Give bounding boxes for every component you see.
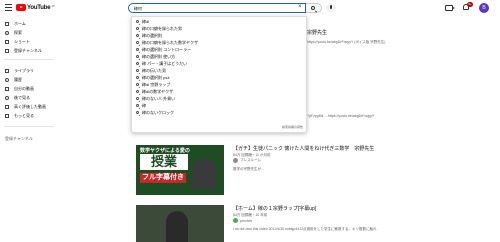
- report-suggestions-link[interactable]: 検索候補の報告: [282, 125, 303, 129]
- video-thumbnail[interactable]: [136, 205, 224, 242]
- my-videos-icon: [5, 86, 9, 91]
- compass-icon: [5, 30, 9, 35]
- video-title-tail[interactable]: 宗野先生: [307, 30, 327, 36]
- channel-avatar: [233, 218, 238, 223]
- search-icon: [136, 62, 139, 65]
- suggestion-item[interactable]: 稼dlの数学ヤクザ: [132, 88, 308, 95]
- thumbnail-caption-top: 数学ヤクザによる愛の: [140, 148, 190, 154]
- search-icon: [136, 83, 139, 86]
- suggestion-item[interactable]: 稼の選択則: [132, 32, 308, 39]
- suggestion-item[interactable]: 稼の口癖を録られた男: [132, 25, 308, 32]
- search-input-value: 稼何: [134, 5, 142, 11]
- avatar[interactable]: B: [479, 3, 489, 13]
- sidebar-item-history[interactable]: 履歴: [0, 75, 58, 84]
- thumbnail-caption-main: 授業: [140, 154, 188, 170]
- search-icon: [136, 76, 139, 79]
- like-icon: [5, 104, 9, 109]
- search-icon: [136, 55, 139, 58]
- sidebar-divider: [4, 126, 54, 127]
- person-silhouette: [192, 159, 216, 189]
- sidebar-divider: [4, 59, 54, 60]
- subscriptions-icon: [5, 48, 9, 53]
- suggestion-item[interactable]: 稼 パー・講子はどうだい: [132, 60, 308, 67]
- search-icon: [311, 6, 315, 10]
- sidebar-item-watch-later[interactable]: 後で見る: [0, 93, 58, 102]
- sidebar-item-show-more[interactable]: もっと見る: [0, 111, 58, 120]
- search-icon: [136, 90, 139, 93]
- channel-name: プレスルーム: [240, 158, 261, 162]
- channel-avatar: [233, 158, 238, 163]
- sidebar-item-label: 自分の動画: [14, 86, 34, 91]
- microphone-icon: [330, 5, 332, 9]
- notification-badge: 9+: [467, 2, 473, 7]
- sidebar-item-label: 登録チャンネル: [14, 48, 42, 53]
- history-icon: [5, 77, 9, 82]
- sidebar: ホーム 探索 ショート 登録チャンネル ライブラリ 履歴 自分の動画 後で見る …: [0, 16, 60, 242]
- search-button[interactable]: [306, 3, 322, 13]
- suggestion-item[interactable]: 稼dl 宗野ラップ: [132, 81, 308, 88]
- suggestion-item[interactable]: 稼のない人 外貨い: [132, 95, 308, 102]
- search-icon: [136, 69, 139, 72]
- sidebar-item-label: ホーム: [14, 21, 26, 26]
- suggestion-item[interactable]: 稼dl: [132, 18, 308, 25]
- youtube-play-icon: [16, 4, 26, 11]
- logo-region: JP: [51, 3, 55, 8]
- suggestion-item[interactable]: 稼の選択則 ps4: [132, 74, 308, 81]
- sidebar-item-label: ショート: [14, 39, 30, 44]
- sidebar-item-explore[interactable]: 探索: [0, 28, 58, 37]
- video-description-tail: https://youtu.be/abgDrFoqyyY (ボイス版 宗野先生): [307, 40, 386, 44]
- person-silhouette: [166, 211, 188, 242]
- video-title[interactable]: 【ホーム】稼の１宗野ラップ[字幕up]: [233, 206, 316, 212]
- sidebar-item-label: 履歴: [14, 77, 22, 82]
- youtube-logo[interactable]: YouTube JP: [16, 4, 55, 11]
- sidebar-item-label: 高く評価した動画: [14, 104, 46, 109]
- chevron-down-icon: [5, 113, 9, 118]
- sidebar-item-shorts[interactable]: ショート: [0, 37, 58, 46]
- suggestion-item[interactable]: 稼のないクロック: [132, 109, 308, 116]
- search-icon: [136, 104, 139, 107]
- video-description: i do not own this video 2012/4/30 subsjp…: [233, 227, 377, 231]
- sidebar-section-heading: 登録チャンネル: [5, 136, 33, 141]
- channel-name: prnvfdrr: [240, 218, 253, 223]
- sidebar-item-my-videos[interactable]: 自分の動画: [0, 84, 58, 93]
- home-icon: [5, 21, 9, 26]
- clear-search-icon[interactable]: ×: [298, 4, 302, 11]
- sidebar-item-home[interactable]: ホーム: [0, 19, 58, 28]
- sidebar-item-library[interactable]: ライブラリ: [0, 66, 58, 75]
- search-icon: [136, 48, 139, 51]
- search-icon: [136, 27, 139, 30]
- library-icon: [5, 68, 9, 73]
- suggestion-item[interactable]: 稼の選択則 使い方: [132, 53, 308, 60]
- suggestion-item[interactable]: 稼: [132, 102, 308, 109]
- sidebar-item-label: 後で見る: [14, 95, 30, 100]
- search-input[interactable]: 稼何: [128, 3, 306, 13]
- suggestion-item[interactable]: 稼の口癖を録られた数学ヤクザ: [132, 39, 308, 46]
- search-icon: [136, 41, 139, 44]
- video-title[interactable]: 【ガチ】生徒パニック 懐けた人間をねけ代ぎ三数学 宗野先生: [233, 146, 374, 152]
- sidebar-item-label: 探索: [14, 30, 22, 35]
- search-suggestions-dropdown: 稼dl 稼の口癖を録られた男 稼の選択則 稼の口癖を録られた数学ヤクザ 稼の選択…: [131, 16, 307, 133]
- voice-search-button[interactable]: [326, 3, 336, 13]
- channel-link[interactable]: prnvfdrr: [233, 218, 252, 223]
- sidebar-item-liked-videos[interactable]: 高く評価した動画: [0, 102, 58, 111]
- sidebar-item-label: ライブラリ: [14, 68, 34, 73]
- suggestion-item[interactable]: 稼の伝いた男: [132, 67, 308, 74]
- create-video-icon[interactable]: [445, 5, 455, 11]
- sidebar-item-subscriptions[interactable]: 登録チャンネル: [0, 46, 58, 55]
- search-icon: [136, 20, 139, 23]
- logo-text: YouTube: [27, 4, 51, 11]
- sidebar-item-label: もっと見る: [14, 113, 34, 118]
- clock-icon: [5, 95, 9, 100]
- top-bar: YouTube JP 稼何 × 9+ B: [0, 0, 500, 16]
- video-thumbnail[interactable]: 数学ヤクザによる愛の 授業 フル字幕付き: [136, 145, 224, 195]
- search-icon: [136, 97, 139, 100]
- search-icon: [136, 34, 139, 37]
- shorts-icon: [5, 39, 9, 44]
- video-description: 数学の宗野先生が...: [233, 167, 264, 171]
- menu-icon[interactable]: [5, 4, 12, 12]
- thumbnail-caption-bottom: フル字幕付き: [140, 173, 186, 183]
- suggestion-item[interactable]: 稼の選択則 コントローラー: [132, 46, 308, 53]
- channel-link[interactable]: プレスルーム: [233, 158, 261, 163]
- search-icon: [136, 111, 139, 114]
